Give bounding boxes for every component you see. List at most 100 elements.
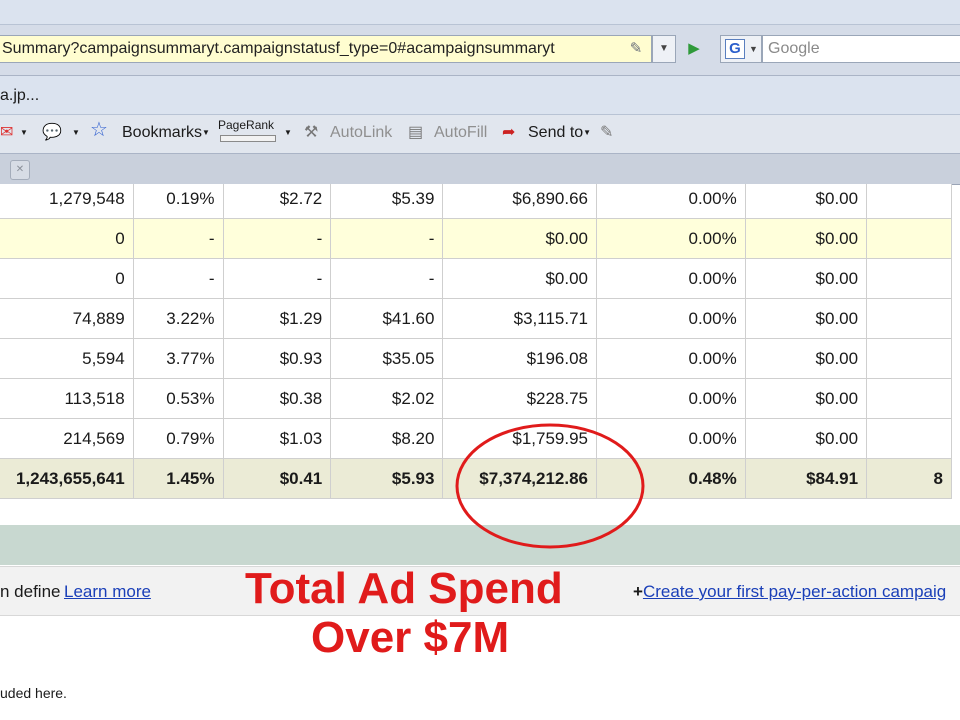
table-row: 5,594 3.77% $0.93 $35.05 $196.08 0.00% $0.00 (0, 338, 952, 379)
table-cell: 0 (0, 258, 134, 299)
address-bar[interactable]: Summary?campaignsummaryt.campaignstatusf… (0, 35, 652, 63)
table-cell: - (132, 218, 224, 259)
tab-strip (0, 154, 960, 185)
search-input[interactable]: Google (762, 35, 960, 63)
total-cell: $84.91 (744, 458, 868, 499)
table-cell: $0.00 (744, 258, 868, 299)
bookmark-item[interactable]: a.jp... (0, 87, 39, 105)
table-row: 0- - - $0.00 0.00% $0.00 (0, 258, 952, 299)
pencil-icon[interactable]: ✎ (600, 123, 613, 143)
bottom-note: uded here. (0, 685, 67, 701)
autofill-button[interactable]: AutoFill (434, 123, 487, 143)
search-placeholder: Google (768, 40, 820, 57)
table-cell: 113,518 (0, 378, 134, 419)
sendto-button[interactable]: Send to▼ (528, 123, 591, 143)
pagerank-bar (220, 135, 276, 142)
table-cell: - (222, 258, 332, 299)
table-cell: 0.79% (132, 418, 224, 459)
table-row: 113,518 0.53% $0.38 $2.02 $228.75 0.00% $0.00 (0, 378, 952, 419)
table-cell: 3.22% (132, 298, 224, 339)
go-button[interactable]: ▶ (678, 35, 710, 63)
bookmarks-button[interactable]: Bookmarks▼ (122, 123, 210, 143)
address-dropdown-button[interactable]: ▼ (652, 35, 676, 63)
highlight-ellipse (455, 423, 645, 549)
table-cell: $0.00 (744, 418, 868, 459)
total-cell: 1,243,655,641 (0, 458, 134, 499)
table-cell: 0.00% (596, 378, 746, 419)
close-icon[interactable]: ✕ (10, 160, 30, 180)
total-cell: 8 (866, 458, 952, 499)
chevron-down-icon[interactable]: ▼ (284, 123, 292, 143)
table-cell: $0.38 (222, 378, 332, 419)
annotation-subtitle: Over $7M (311, 613, 510, 662)
table-cell (866, 378, 952, 419)
table-cell: $35.05 (330, 338, 444, 379)
table-cell: $8.20 (330, 418, 444, 459)
table-cell: $2.72 (222, 184, 332, 219)
autolink-button[interactable]: AutoLink (330, 123, 392, 143)
wand-icon[interactable]: ⚒ (304, 123, 318, 143)
table-cell: 0.00% (596, 218, 746, 259)
table-cell: - (330, 218, 444, 259)
form-icon[interactable]: ▤ (408, 123, 423, 143)
play-arrow-icon: ▶ (688, 40, 700, 57)
annotation-title: Total Ad Spend (245, 564, 563, 613)
table-cell (866, 298, 952, 339)
star-icon[interactable]: ☆ (90, 120, 108, 140)
chat-bubble-icon[interactable]: 💬 (42, 123, 62, 143)
create-campaign-item[interactable]: +Create your first pay-per-action campai… (633, 582, 946, 602)
table-row: 0- - - $0.00 0.00% $0.00 (0, 218, 952, 259)
address-url: Summary?campaignsummaryt.campaignstatusf… (2, 40, 555, 57)
table-cell (866, 418, 952, 459)
table-cell: $0.00 (744, 338, 868, 379)
chevron-down-icon[interactable]: ▼ (20, 123, 28, 143)
table-cell: 0 (0, 218, 134, 259)
bookmark-star-icon[interactable]: ✎ (626, 39, 646, 59)
table-cell: - (330, 258, 444, 299)
table-cell: $5.39 (330, 184, 444, 219)
table-cell: 214,569 (0, 418, 134, 459)
table-cell: $1.03 (222, 418, 332, 459)
table-cell: $196.08 (442, 338, 598, 379)
gmail-icon[interactable]: ✉ (0, 123, 13, 143)
table-cell: $228.75 (442, 378, 598, 419)
window-top-strip (0, 0, 960, 25)
chevron-down-icon: ▼ (749, 44, 758, 54)
google-logo-icon: G (725, 39, 745, 59)
search-engine-selector[interactable]: G ▼ (720, 35, 762, 63)
table-cell: $0.00 (744, 378, 868, 419)
table-cell (866, 184, 952, 219)
table-cell: 1,279,548 (0, 184, 134, 219)
table-cell: $3,115.71 (442, 298, 598, 339)
table-cell: $0.00 (744, 184, 868, 219)
total-cell: $0.41 (222, 458, 332, 499)
table-cell: $1.29 (222, 298, 332, 339)
table-cell: $0.00 (442, 218, 598, 259)
table-row: 1,279,548 0.19% $2.72 $5.39 $6,890.66 0.00% $0… (0, 184, 952, 219)
table-cell: $0.00 (442, 258, 598, 299)
table-cell (866, 338, 952, 379)
table-cell: 5,594 (0, 338, 134, 379)
table-cell: 3.77% (132, 338, 224, 379)
table-cell: 0.00% (596, 184, 746, 219)
table-cell (866, 218, 952, 259)
table-cell: 0.00% (596, 258, 746, 299)
table-cell: - (132, 258, 224, 299)
table-cell: $41.60 (330, 298, 444, 339)
table-cell: 74,889 (0, 298, 134, 339)
table-cell: 0.00% (596, 338, 746, 379)
table-cell: - (222, 218, 332, 259)
table-cell: 0.00% (596, 298, 746, 339)
table-cell: $6,890.66 (442, 184, 598, 219)
learn-more-link[interactable]: Learn more (64, 582, 151, 602)
table-row: 74,889 3.22% $1.29 $41.60 $3,115.71 0.00% $0.0… (0, 298, 952, 339)
chevron-down-icon[interactable]: ▼ (72, 123, 80, 143)
send-icon[interactable]: ➦ (502, 123, 515, 143)
plus-icon: + (633, 582, 643, 601)
pagerank-label: PageRank (218, 118, 275, 132)
create-campaign-link[interactable]: Create your first pay-per-action campaig (643, 582, 946, 601)
table-cell: 0.53% (132, 378, 224, 419)
footer-text: n define (0, 582, 61, 601)
table-cell: 0.19% (132, 184, 224, 219)
pagerank-indicator[interactable]: PageRank (218, 118, 280, 146)
